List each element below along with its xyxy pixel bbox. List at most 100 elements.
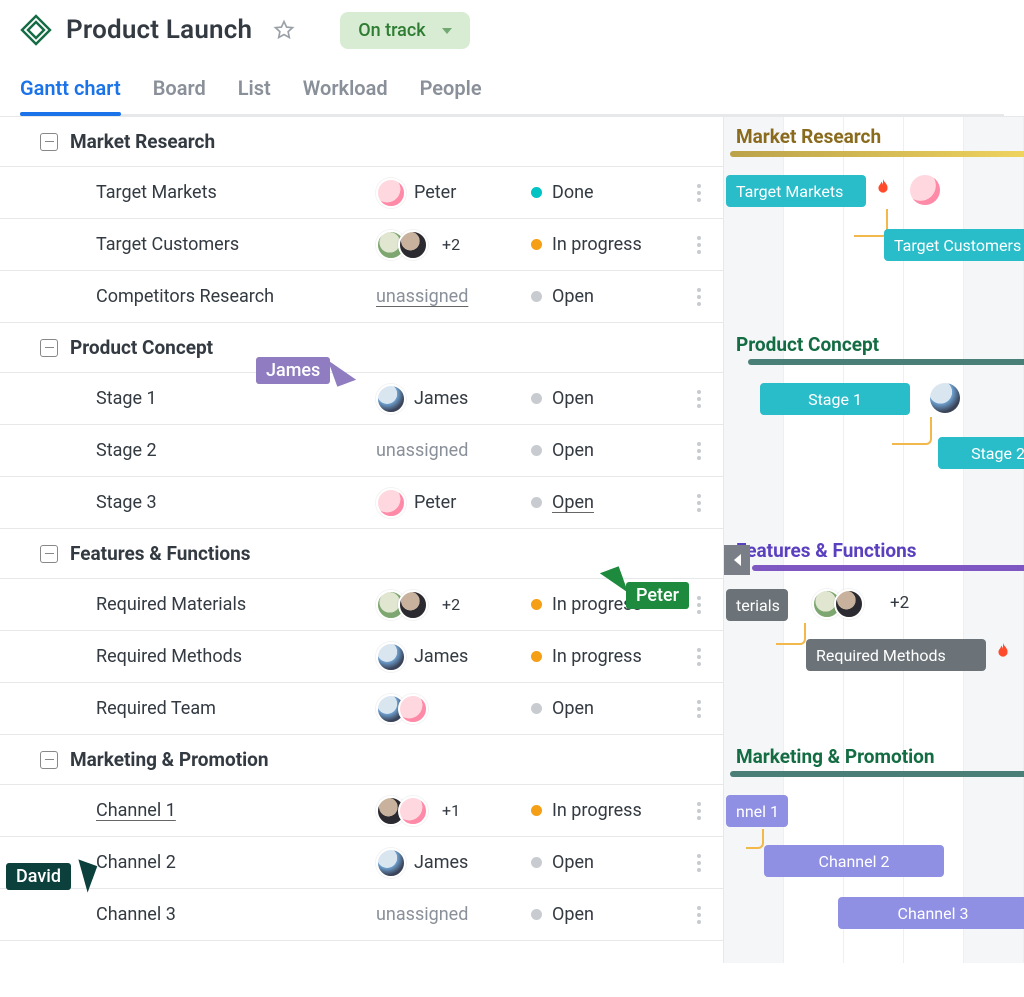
collaborator-cursor-james: James (256, 356, 352, 384)
task-row[interactable]: Required Team Open (0, 683, 723, 735)
task-name: Stage 3 (96, 492, 376, 513)
task-status[interactable]: In progress (531, 234, 671, 255)
status-dot-icon (531, 187, 542, 198)
task-row[interactable]: Channel 1 +1 In progress (0, 785, 723, 837)
gantt-bar-stage2[interactable]: Stage 2 (938, 437, 1024, 469)
avatar (376, 848, 406, 878)
group-header-market-research[interactable]: Market Research (0, 117, 723, 167)
collapse-icon[interactable] (40, 133, 58, 151)
task-row[interactable]: Channel 3 unassigned Open (0, 889, 723, 941)
status-dot-icon (531, 857, 542, 868)
task-status[interactable]: Open (531, 492, 671, 513)
tab-workload[interactable]: Workload (303, 66, 388, 114)
gantt-connector (776, 623, 806, 645)
task-row[interactable]: Target Markets Peter Done (0, 167, 723, 219)
task-status[interactable]: In progress (531, 646, 671, 667)
task-assignee[interactable]: Peter (376, 178, 531, 208)
more-actions-icon[interactable] (687, 648, 711, 666)
task-name: Target Customers (96, 234, 376, 255)
group-name: Marketing & Promotion (70, 748, 269, 771)
task-row[interactable]: Competitors Research unassigned Open (0, 271, 723, 323)
task-status[interactable]: Open (531, 852, 671, 873)
status-dot-icon (531, 805, 542, 816)
task-status[interactable]: In progress (531, 800, 671, 821)
tab-gantt-chart[interactable]: Gantt chart (20, 66, 121, 114)
task-row[interactable]: Target Customers +2 In progress (0, 219, 723, 271)
task-row[interactable]: Stage 3 Peter Open (0, 477, 723, 529)
gantt-bar-required-materials[interactable]: terials (726, 589, 788, 621)
avatar (834, 589, 864, 619)
task-row[interactable]: Required Methods James In progress (0, 631, 723, 683)
group-header-product-concept[interactable]: Product Concept (0, 323, 723, 373)
tab-people[interactable]: People (420, 66, 482, 114)
project-status-dropdown[interactable]: On track (340, 12, 469, 49)
tab-board[interactable]: Board (153, 66, 206, 114)
favourite-star-icon[interactable] (270, 16, 298, 44)
collapse-icon[interactable] (40, 339, 58, 357)
task-name: Required Team (96, 698, 376, 719)
group-header-marketing-promotion[interactable]: Marketing & Promotion (0, 735, 723, 785)
more-actions-icon[interactable] (687, 700, 711, 718)
task-status[interactable]: Open (531, 904, 671, 925)
task-assignee-unassigned[interactable]: unassigned (376, 440, 531, 461)
task-assignee[interactable]: James (376, 848, 531, 878)
gantt-bar-channel3[interactable]: Channel 3 (838, 897, 1024, 929)
avatar (376, 488, 406, 518)
gantt-bar-target-markets[interactable]: Target Markets (726, 175, 866, 207)
more-actions-icon[interactable] (687, 802, 711, 820)
task-name: Stage 2 (96, 440, 376, 461)
task-assignee[interactable]: Peter (376, 488, 531, 518)
more-actions-icon[interactable] (687, 906, 711, 924)
task-row[interactable]: Stage 1 James Open (0, 373, 723, 425)
more-actions-icon[interactable] (687, 596, 711, 614)
task-assignee[interactable]: +2 (376, 590, 531, 620)
task-assignee-unassigned[interactable]: unassigned (376, 904, 531, 925)
task-assignee[interactable]: +1 (376, 796, 531, 826)
fire-icon (992, 639, 1014, 665)
avatar (398, 694, 428, 724)
task-assignee[interactable]: James (376, 384, 531, 414)
task-status[interactable]: Open (531, 286, 671, 307)
more-actions-icon[interactable] (687, 390, 711, 408)
gantt-connector (854, 209, 888, 237)
collaborator-cursor-peter: Peter (604, 556, 689, 609)
gantt-pane[interactable]: Market Research Product Concept Features… (724, 117, 1024, 963)
status-dot-icon (531, 445, 542, 456)
tab-list[interactable]: List (238, 66, 271, 114)
gantt-bar-channel1[interactable]: nnel 1 (726, 795, 788, 827)
more-actions-icon[interactable] (687, 184, 711, 202)
gantt-bar-stage1[interactable]: Stage 1 (760, 383, 910, 415)
task-status[interactable]: Done (531, 182, 671, 203)
gantt-bar-channel2[interactable]: Channel 2 (764, 845, 944, 877)
task-name: Stage 1 (96, 388, 376, 409)
gantt-section-bar (730, 771, 1024, 777)
avatar (376, 178, 406, 208)
avatar (930, 383, 960, 413)
task-status[interactable]: Open (531, 698, 671, 719)
more-actions-icon[interactable] (687, 494, 711, 512)
task-assignee-unassigned[interactable]: unassigned (376, 286, 531, 307)
gantt-section-bar (748, 359, 1024, 365)
gantt-bar-target-customers[interactable]: Target Customers (884, 229, 1024, 261)
gantt-assignee-overflow: +2 (890, 593, 909, 613)
task-status[interactable]: Open (531, 388, 671, 409)
more-actions-icon[interactable] (687, 288, 711, 306)
more-actions-icon[interactable] (687, 442, 711, 460)
collapse-icon[interactable] (40, 545, 58, 563)
avatar (398, 230, 428, 260)
collapse-icon[interactable] (40, 751, 58, 769)
task-row[interactable]: Channel 2 James Open (0, 837, 723, 889)
task-assignee[interactable]: +2 (376, 230, 531, 260)
task-status[interactable]: Open (531, 440, 671, 461)
task-assignee[interactable]: James (376, 642, 531, 672)
chevron-down-icon (442, 28, 452, 34)
gantt-scroll-left-button[interactable] (724, 545, 750, 575)
more-actions-icon[interactable] (687, 854, 711, 872)
more-actions-icon[interactable] (687, 236, 711, 254)
task-assignee[interactable] (376, 694, 531, 724)
status-dot-icon (531, 497, 542, 508)
status-dot-icon (531, 599, 542, 610)
group-name: Product Concept (70, 336, 213, 359)
gantt-bar-required-methods[interactable]: Required Methods (806, 639, 986, 671)
task-row[interactable]: Stage 2 unassigned Open (0, 425, 723, 477)
